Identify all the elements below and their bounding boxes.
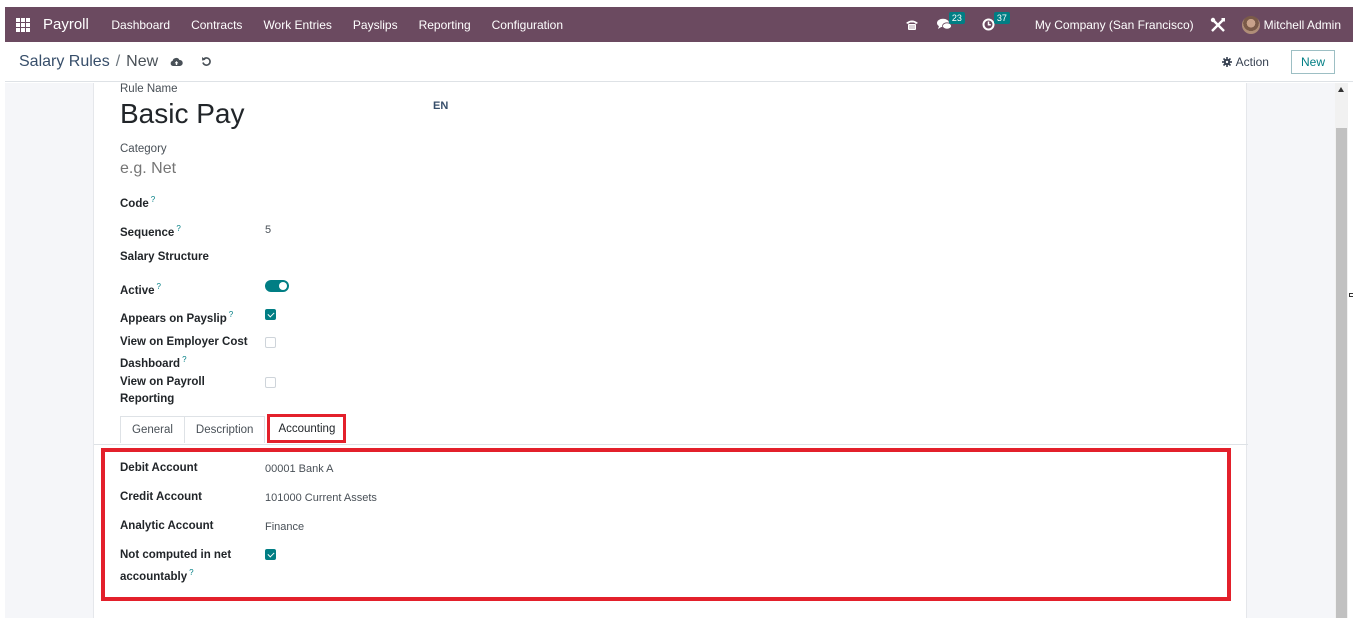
code-label-text: Code	[120, 197, 149, 210]
employer-cost-checkbox[interactable]	[265, 337, 276, 348]
debug-tools-icon[interactable]	[1210, 17, 1226, 33]
breadcrumb: Salary Rules / New	[19, 53, 212, 71]
control-panel: Salary Rules / New Action New	[5, 42, 1353, 82]
phone-icon[interactable]	[905, 19, 919, 31]
discard-undo-icon[interactable]	[201, 56, 212, 67]
main-navbar: Payroll Dashboard Contracts Work Entries…	[5, 7, 1353, 42]
active-help-icon[interactable]: ?	[157, 282, 161, 291]
vertical-scrollbar[interactable]	[1335, 83, 1348, 618]
payroll-reporting-label-line1: View on Payroll	[120, 376, 205, 388]
activities-badge: 37	[993, 12, 1010, 24]
tab-description[interactable]: Description	[183, 416, 266, 443]
language-translate-button[interactable]: EN	[433, 100, 448, 112]
activity-clock-icon[interactable]: 37	[982, 12, 1010, 31]
control-panel-actions: Action New	[1221, 49, 1353, 74]
user-avatar[interactable]	[1241, 15, 1260, 34]
menu-reporting[interactable]: Reporting	[408, 18, 481, 32]
sequence-label-text: Sequence	[120, 226, 175, 239]
active-label: Active?	[120, 278, 161, 300]
sequence-field[interactable]: 5	[265, 224, 271, 236]
payroll-reporting-checkbox[interactable]	[265, 377, 276, 388]
breadcrumb-separator: /	[115, 52, 121, 70]
sequence-help-icon[interactable]: ?	[176, 224, 180, 233]
rule-name-label: Rule Name	[120, 83, 178, 95]
breadcrumb-salary-rules[interactable]: Salary Rules	[19, 53, 110, 71]
payroll-reporting-label-line2: Reporting	[120, 393, 175, 405]
scrollbar-thumb[interactable]	[1336, 128, 1347, 618]
new-button[interactable]: New	[1290, 49, 1335, 74]
code-label: Code?	[120, 191, 155, 213]
employer-cost-label: View on Employer Cost Dashboard?	[120, 334, 248, 373]
top-menu: Dashboard Contracts Work Entries Payslip…	[101, 18, 574, 32]
action-label: Action	[1235, 54, 1269, 69]
code-help-icon[interactable]: ?	[151, 195, 155, 204]
appears-on-payslip-checkbox[interactable]	[265, 309, 276, 320]
menu-configuration[interactable]: Configuration	[481, 18, 573, 32]
appears-on-payslip-label: Appears on Payslip?	[120, 306, 233, 328]
app-name[interactable]: Payroll	[43, 16, 89, 33]
messages-badge: 23	[948, 12, 965, 24]
category-input[interactable]	[120, 160, 420, 178]
save-cloud-icon[interactable]	[170, 57, 183, 67]
menu-dashboard[interactable]: Dashboard	[101, 18, 181, 32]
employer-cost-label-line2: Dashboard	[120, 357, 181, 370]
appears-on-payslip-text: Appears on Payslip	[120, 312, 227, 325]
active-label-text: Active	[120, 284, 155, 297]
rule-name-field[interactable]: Basic Pay	[120, 98, 245, 130]
action-menu-button[interactable]: Action	[1221, 54, 1269, 69]
menu-payslips[interactable]: Payslips	[342, 18, 408, 32]
sequence-label: Sequence?	[120, 220, 181, 242]
gear-icon	[1221, 56, 1232, 67]
notebook-tabs: General Description Accounting	[120, 414, 347, 443]
salary-structure-label: Salary Structure	[120, 251, 209, 263]
annotation-highlight-box	[101, 448, 1231, 601]
tab-divider	[94, 444, 1248, 445]
category-label: Category	[120, 143, 167, 155]
top-strip	[0, 0, 1353, 7]
tab-general[interactable]: General	[120, 416, 185, 443]
appears-on-payslip-help-icon[interactable]: ?	[229, 310, 233, 319]
employer-cost-label-line1: View on Employer Cost	[120, 336, 248, 348]
navbar-systray: 23 37 My Company (San Francisco) Mitchel…	[905, 7, 1353, 42]
tab-accounting[interactable]: Accounting	[267, 414, 347, 443]
menu-work-entries[interactable]: Work Entries	[253, 18, 342, 32]
scroll-up-arrow-icon[interactable]	[1338, 87, 1344, 92]
resize-handle-icon[interactable]	[1349, 293, 1353, 297]
messages-icon[interactable]: 23	[936, 12, 965, 31]
active-toggle[interactable]	[265, 280, 289, 292]
breadcrumb-current: New	[126, 52, 159, 70]
form-sheet: Rule Name Basic Pay EN Category Code? Se…	[93, 83, 1248, 618]
company-switcher[interactable]: My Company (San Francisco)	[1035, 18, 1194, 32]
employer-cost-help-icon[interactable]: ?	[182, 355, 186, 364]
window-edge	[1348, 83, 1353, 618]
apps-menu-icon[interactable]	[16, 17, 30, 32]
menu-contracts[interactable]: Contracts	[181, 18, 253, 32]
payroll-reporting-label: View on Payroll Reporting	[120, 374, 205, 408]
user-menu[interactable]: Mitchell Admin	[1264, 18, 1341, 32]
form-view-area: Rule Name Basic Pay EN Category Code? Se…	[5, 83, 1335, 618]
